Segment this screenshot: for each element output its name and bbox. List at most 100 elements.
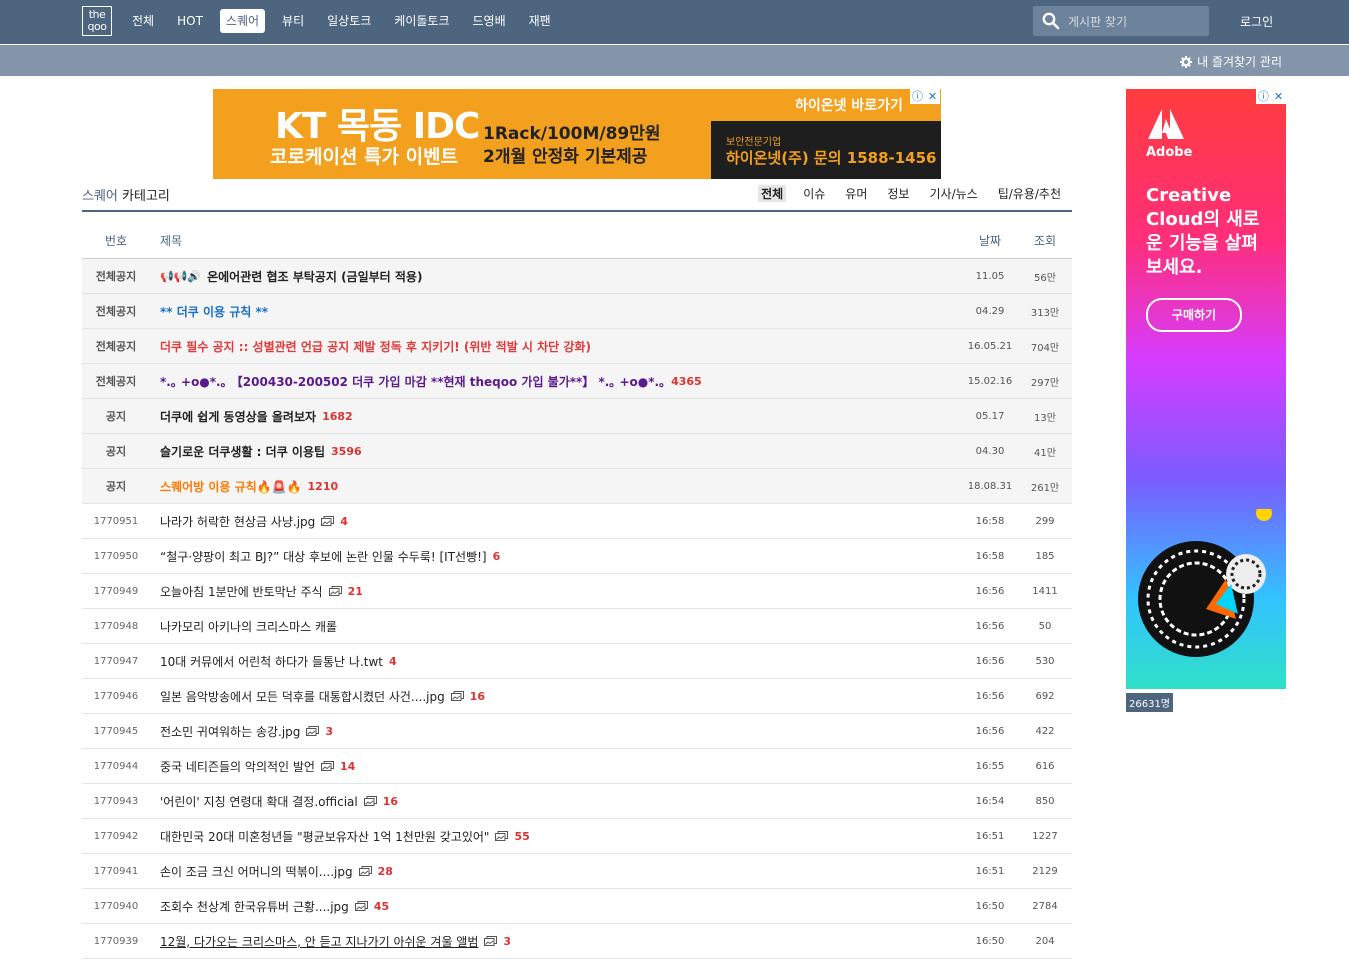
category-tab[interactable]: 정보 <box>884 185 912 202</box>
top-ad-banner[interactable]: KT 목동 IDC 코로케이션 특가 이벤트 1Rack/100M/89만원 2개… <box>213 89 941 179</box>
post-number: 1770941 <box>93 865 139 877</box>
ad-goto-link[interactable]: 하이온넷 바로가기 <box>795 95 903 115</box>
category-tab[interactable]: 유머 <box>842 185 870 202</box>
board-search-box[interactable]: 게시판 찾기 <box>1033 6 1209 36</box>
nav-item[interactable]: 뷰티 <box>276 9 310 33</box>
post-number: 전체공지 <box>95 305 137 318</box>
login-link[interactable]: 로그인 <box>1240 13 1273 30</box>
favorites-manage-link[interactable]: 내 즐겨찾기 관리 <box>1180 53 1282 70</box>
post-title-link[interactable]: 오늘아침 1분만에 반토막난 주식 <box>160 583 323 600</box>
post-views: 41만 <box>1034 447 1056 459</box>
post-title-cell: ** 더쿠 이용 규칙 ** <box>150 303 962 320</box>
side-ad-buy-button[interactable]: 구매하기 <box>1146 298 1242 332</box>
side-ad-info-icon[interactable]: ⓘ <box>1256 89 1271 104</box>
post-date: 04.30 <box>975 445 1005 457</box>
post-title-link[interactable]: *.｡ +o●*.｡ 【200430-200502 더쿠 가입 마감 **현재 … <box>160 373 665 390</box>
favorites-label: 내 즐겨찾기 관리 <box>1197 55 1282 69</box>
post-title-link[interactable]: 12월, 다가오는 크리스마스, 안 듣고 지나가기 아쉬운 겨울 앨범 <box>160 933 478 950</box>
post-title-link[interactable]: “철구·양팡이 최고 BJ?” 대상 후보에 논란 인물 수두룩! [IT선빵!… <box>160 548 487 565</box>
comment-count[interactable]: 16 <box>470 690 485 703</box>
post-title-link[interactable]: 손이 조금 크신 어머니의 떡볶이....jpg <box>160 863 353 880</box>
post-number: 1770949 <box>93 585 139 597</box>
post-number: 1770943 <box>93 795 139 807</box>
post-title-link[interactable]: 중국 네티즌들의 악의적인 발언 <box>160 758 315 775</box>
post-title-link[interactable]: 10대 커뮤에서 어린척 하다가 들통난 나.twt <box>160 653 383 670</box>
post-date: 05.17 <box>975 410 1005 422</box>
comment-count[interactable]: 4 <box>340 515 348 528</box>
comment-count[interactable]: 28 <box>378 865 393 878</box>
post-number: 1770940 <box>93 900 139 912</box>
ad-close-icon[interactable]: ✕ <box>925 89 940 104</box>
comment-count[interactable]: 4365 <box>671 375 702 388</box>
side-ad-close-icon[interactable]: ✕ <box>1271 89 1286 104</box>
nav-item[interactable]: 재팬 <box>523 9 557 33</box>
post-title-link[interactable]: 조회수 천상계 한국유튜버 근황....jpg <box>160 898 349 915</box>
ad-info-icon[interactable]: ⓘ <box>910 89 925 104</box>
image-attached-icon <box>306 726 320 736</box>
post-title-cell: 더쿠에 쉽게 동영상을 올려보자 1682 <box>150 408 962 425</box>
post-title-link[interactable]: '어린이' 지칭 연령대 확대 결정.official <box>160 793 358 810</box>
post-title-cell: 스퀘어방 이용 규칙🔥🚨🔥 1210 <box>150 478 962 495</box>
nav-item[interactable]: 일상토크 <box>321 9 377 33</box>
post-row: 1770940 조회수 천상계 한국유튜버 근황....jpg 45 16:50 278… <box>82 889 1072 924</box>
comment-count[interactable]: 16 <box>383 795 398 808</box>
comment-count[interactable]: 55 <box>514 830 529 843</box>
post-title-link[interactable]: 더쿠에 쉽게 동영상을 올려보자 <box>160 408 316 425</box>
notice-row: 공지 더쿠에 쉽게 동영상을 올려보자 1682 05.17 13만 <box>82 399 1072 434</box>
comment-count[interactable]: 3 <box>503 935 511 948</box>
category-tab[interactable]: 이슈 <box>800 185 828 202</box>
comment-count[interactable]: 6 <box>493 550 501 563</box>
post-title-link[interactable]: 슬기로운 더쿠생활 : 더쿠 이용팁 <box>160 443 325 460</box>
post-title-cell: 슬기로운 더쿠생활 : 더쿠 이용팁 3596 <box>150 443 962 460</box>
side-ad-banner[interactable]: Adobe Creative Cloud의 새로운 기능을 살펴보세요. 구매하… <box>1126 89 1286 689</box>
post-title-link[interactable]: 나라가 허락한 현상금 사냥.jpg <box>160 513 315 530</box>
post-title-link[interactable]: 일본 음악방송에서 모든 덕후를 대통합시켰던 사건....jpg <box>160 688 445 705</box>
ad-contact: 하이온넷(주) 문의 1588-1456 <box>726 149 937 167</box>
category-tab[interactable]: 팁/유용/추천 <box>995 185 1064 202</box>
post-number: 1770942 <box>93 830 139 842</box>
site-logo[interactable]: the qoo <box>82 6 112 36</box>
post-title-link[interactable]: 전소민 귀여워하는 송강.jpg <box>160 723 300 740</box>
post-title-link[interactable]: 스퀘어방 이용 규칙🔥🚨🔥 <box>160 478 302 495</box>
category-tab[interactable]: 전체 <box>758 185 787 202</box>
nav-item[interactable]: HOT <box>171 9 209 33</box>
nav-item[interactable]: 전체 <box>126 9 160 33</box>
nav-item[interactable]: 드영배 <box>467 9 512 33</box>
post-title-link[interactable]: ** 더쿠 이용 규칙 ** <box>160 303 268 320</box>
category-tab[interactable]: 기사/뉴스 <box>926 185 980 202</box>
post-views: 313만 <box>1030 307 1060 319</box>
post-title-cell: 손이 조금 크신 어머니의 떡볶이....jpg 28 <box>150 863 962 880</box>
comment-count[interactable]: 45 <box>374 900 389 913</box>
image-attached-icon <box>363 796 377 806</box>
col-title: 제목 <box>160 234 183 248</box>
post-title-link[interactable]: 나카모리 아키나의 크리스마스 캐롤 <box>160 618 337 635</box>
post-title-link[interactable]: 대한민국 20대 미혼청년들 "평균보유자산 1억 1천만원 갖고있어" <box>160 828 489 845</box>
comment-count[interactable]: 4 <box>389 655 397 668</box>
side-ad-artwork <box>1138 509 1272 657</box>
comment-count[interactable]: 1682 <box>322 410 353 423</box>
ad-company-tag: 보안전문기업 <box>726 137 782 148</box>
notice-row: 전체공지 ** 더쿠 이용 규칙 ** 04.29 313만 <box>82 294 1072 329</box>
post-views: 704만 <box>1030 342 1060 354</box>
comment-count[interactable]: 21 <box>348 585 363 598</box>
image-attached-icon <box>320 761 334 771</box>
nav-item[interactable]: 스퀘어 <box>219 9 266 33</box>
post-number: 1770951 <box>93 515 139 527</box>
post-title-link[interactable]: 온에어관련 협조 부탁공지 (금일부터 적용) <box>207 268 422 285</box>
post-title-cell: 12월, 다가오는 크리스마스, 안 듣고 지나가기 아쉬운 겨울 앨범 3 <box>150 933 962 950</box>
post-date: 16:56 <box>975 690 1005 702</box>
image-attached-icon <box>328 586 342 596</box>
post-date: 16:58 <box>975 550 1005 562</box>
comment-count[interactable]: 14 <box>340 760 355 773</box>
nav-item[interactable]: 케이돌토크 <box>388 9 455 33</box>
image-attached-icon <box>450 691 464 701</box>
ad-subline: 코로케이션 특가 이벤트 <box>270 146 459 168</box>
comment-count[interactable]: 1210 <box>308 480 339 493</box>
comment-count[interactable]: 3596 <box>331 445 362 458</box>
post-title-link[interactable]: 더쿠 필수 공지 :: 성별관련 언급 공지 제발 정독 후 지키기! (위반 … <box>160 338 591 355</box>
comment-count[interactable]: 3 <box>325 725 333 738</box>
post-views: 185 <box>1035 550 1055 562</box>
post-views: 616 <box>1035 760 1055 772</box>
post-title-cell: 조회수 천상계 한국유튜버 근황....jpg 45 <box>150 898 962 915</box>
post-title-cell: 📢📢🔊 온에어관련 협조 부탁공지 (금일부터 적용) <box>150 268 962 285</box>
